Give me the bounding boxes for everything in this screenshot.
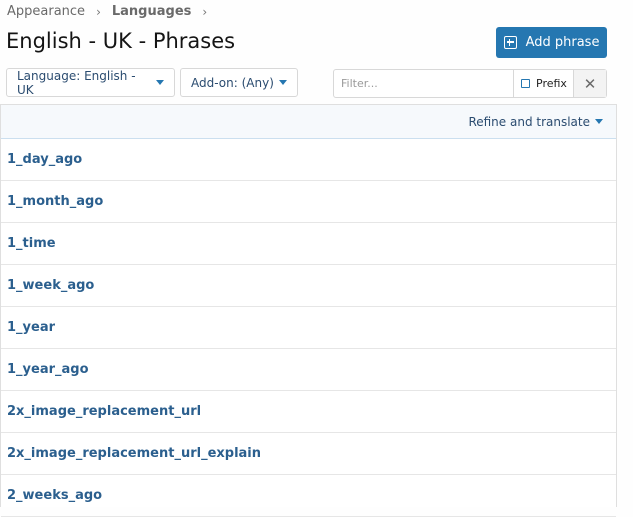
filter-group: Prefix ✕ (333, 69, 607, 98)
list-item[interactable]: 2x_image_replacement_url_explain (1, 433, 616, 475)
phrase-link[interactable]: 1_day_ago (7, 152, 82, 167)
phrase-link[interactable]: 1_year_ago (7, 362, 89, 377)
list-item[interactable]: 1_week_ago (1, 265, 616, 307)
phrase-link[interactable]: 2x_image_replacement_url_explain (7, 446, 261, 461)
list-header: Refine and translate (1, 105, 616, 139)
breadcrumb-appearance[interactable]: Appearance (7, 4, 85, 19)
plus-square-icon (503, 36, 517, 49)
add-phrase-button[interactable]: Add phrase (496, 27, 607, 58)
caret-down-icon (595, 119, 603, 124)
refine-translate-label: Refine and translate (468, 114, 590, 129)
phrase-list: Refine and translate 1_day_ago 1_month_a… (0, 104, 617, 517)
list-item[interactable]: 2_weeks_ago (1, 475, 616, 517)
addon-menu-button[interactable]: Add-on: (Any) (180, 68, 298, 97)
addon-menu-label: Add-on: (Any) (191, 75, 274, 90)
breadcrumb-languages[interactable]: Languages (112, 4, 192, 19)
close-icon: ✕ (583, 74, 597, 93)
language-menu-label: Language: English - UK (17, 68, 136, 97)
language-menu-button[interactable]: Language: English - UK (6, 68, 175, 97)
phrase-link[interactable]: 2_weeks_ago (7, 488, 102, 503)
list-item[interactable]: 1_month_ago (1, 181, 616, 223)
list-item[interactable]: 1_year (1, 307, 616, 349)
add-phrase-label: Add phrase (525, 35, 600, 50)
list-item[interactable]: 1_day_ago (1, 139, 616, 181)
phrase-link[interactable]: 1_week_ago (7, 278, 94, 293)
chevron-right-icon: › (202, 4, 208, 19)
filter-input[interactable] (334, 70, 513, 97)
prefix-checkbox[interactable]: Prefix (513, 70, 573, 97)
clear-filter-button[interactable]: ✕ (573, 70, 606, 97)
caret-down-icon (156, 80, 164, 85)
list-item[interactable]: 2x_image_replacement_url (1, 391, 616, 433)
caret-down-icon (278, 80, 287, 85)
refine-translate-menu[interactable]: Refine and translate (468, 115, 603, 129)
phrase-link[interactable]: 1_year (7, 320, 55, 335)
list-item[interactable]: 1_year_ago (1, 349, 616, 391)
list-item[interactable]: 1_time (1, 223, 616, 265)
checkbox-icon (521, 79, 530, 88)
phrase-link[interactable]: 2x_image_replacement_url (7, 404, 201, 419)
prefix-label: Prefix (536, 77, 567, 90)
breadcrumb: Appearance › Languages › (7, 4, 218, 19)
phrase-link[interactable]: 1_month_ago (7, 194, 103, 209)
chevron-right-icon: › (96, 4, 101, 19)
phrase-link[interactable]: 1_time (7, 236, 56, 251)
page-title: English - UK - Phrases (6, 29, 236, 53)
